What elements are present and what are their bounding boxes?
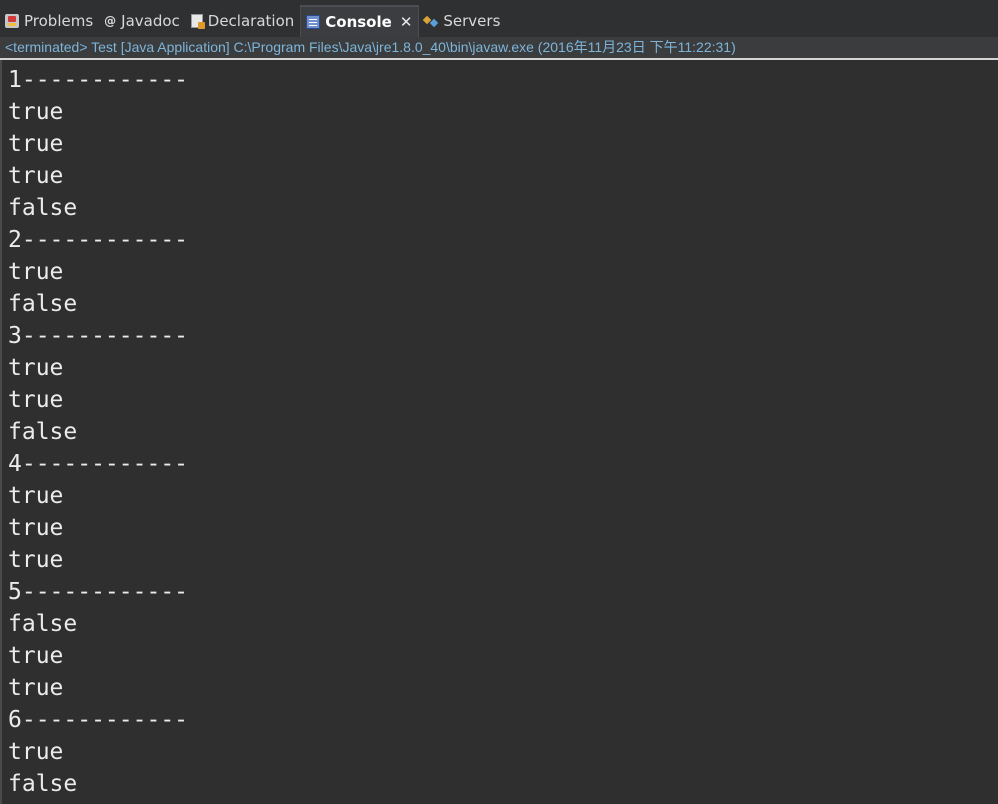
console-line: true	[8, 739, 64, 765]
console-line: false	[8, 611, 78, 637]
console-line: true	[8, 355, 64, 381]
console-line: true	[8, 515, 64, 541]
servers-icon	[424, 14, 438, 28]
console-line: 3------------	[8, 323, 189, 349]
close-icon[interactable]: ✕	[400, 13, 413, 31]
console-line: true	[8, 387, 64, 413]
tab-servers[interactable]: Servers	[419, 6, 506, 36]
console-output-lines: 1------------ true true true false 2---------…	[2, 60, 998, 800]
console-line: 4------------	[8, 451, 189, 477]
tab-javadoc-label: Javadoc	[121, 12, 180, 30]
console-line: true	[8, 547, 64, 573]
view-tab-bar: Problems @ Javadoc Declaration Console ✕…	[0, 0, 998, 37]
console-line: true	[8, 131, 64, 157]
console-line: true	[8, 483, 64, 509]
tab-problems-label: Problems	[24, 12, 94, 30]
tab-servers-label: Servers	[443, 12, 501, 30]
tab-console[interactable]: Console ✕	[300, 5, 420, 37]
console-line: 2------------	[8, 227, 189, 253]
console-line: 1------------	[8, 67, 189, 93]
console-line: false	[8, 195, 78, 221]
console-line: false	[8, 419, 78, 445]
declaration-icon	[190, 14, 205, 29]
tab-declaration-label: Declaration	[207, 12, 295, 30]
tab-console-label: Console	[325, 13, 392, 31]
tab-declaration[interactable]: Declaration	[186, 6, 300, 36]
console-line: true	[8, 675, 64, 701]
console-line: true	[8, 163, 64, 189]
console-status-line: <terminated> Test [Java Application] C:\…	[0, 37, 998, 60]
console-output[interactable]: 1------------ true true true false 2---------…	[0, 60, 998, 804]
console-line: 5------------	[8, 579, 189, 605]
tab-javadoc[interactable]: @ Javadoc	[99, 6, 186, 36]
problems-icon	[5, 14, 19, 28]
console-line: true	[8, 99, 64, 125]
javadoc-icon: @	[104, 14, 117, 28]
console-icon	[306, 15, 321, 29]
console-line: false	[8, 291, 78, 317]
console-line: true	[8, 643, 64, 669]
tab-problems[interactable]: Problems	[0, 6, 99, 36]
console-line: false	[8, 771, 78, 797]
console-line: 6------------	[8, 707, 189, 733]
console-line: true	[8, 259, 64, 285]
